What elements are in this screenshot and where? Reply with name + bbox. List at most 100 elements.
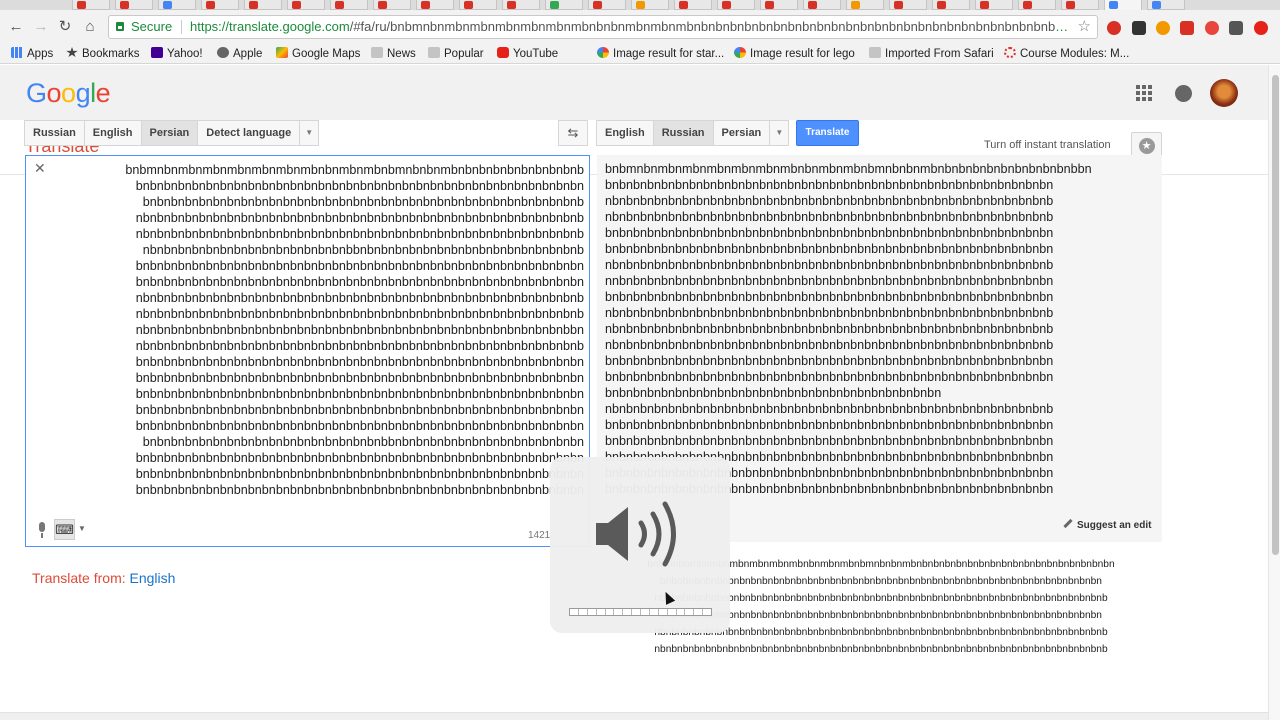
bookmark-item[interactable]: Apple — [217, 46, 262, 62]
bookmark-item[interactable]: YouTube — [497, 46, 558, 62]
browser-tab[interactable] — [287, 0, 325, 10]
tab-strip — [0, 0, 1280, 10]
logo-letter: G — [26, 78, 47, 108]
tab-favicon-icon — [1023, 1, 1032, 9]
browser-tab[interactable] — [1018, 0, 1056, 10]
google-header: Google — [0, 65, 1268, 120]
extension-icon[interactable] — [1107, 21, 1121, 35]
language-option-persian[interactable]: Persian — [712, 120, 771, 146]
browser-tab[interactable] — [416, 0, 454, 10]
microphone-icon[interactable] — [36, 522, 48, 540]
bookmark-label: Image result for lego — [750, 48, 855, 60]
google-logo[interactable]: Google — [26, 78, 111, 109]
language-option-persian[interactable]: Persian — [140, 120, 199, 146]
bookmark-star-icon[interactable]: ☆ — [1078, 16, 1091, 38]
volume-segment — [694, 609, 704, 615]
bookmark-item[interactable]: Image result for star... — [597, 46, 724, 62]
browser-tab[interactable] — [1061, 0, 1099, 10]
bookmark-item[interactable]: Apps — [11, 46, 53, 62]
translate-from-language-link[interactable]: English — [130, 570, 176, 586]
bookmark-label: YouTube — [513, 48, 559, 60]
browser-tab[interactable] — [975, 0, 1013, 10]
extension-icon[interactable] — [1180, 21, 1194, 35]
forward-arrow-icon[interactable]: → — [33, 19, 49, 35]
bookmark-item[interactable]: Bookmarks — [66, 46, 140, 62]
reload-icon[interactable]: ↻ — [57, 19, 73, 35]
chevron-down-icon[interactable]: ▼ — [769, 120, 790, 146]
browser-tab[interactable] — [846, 0, 884, 10]
browser-tab[interactable] — [201, 0, 239, 10]
browser-tab[interactable] — [1147, 0, 1185, 10]
suggest-edit-button[interactable]: Suggest an edit — [1063, 518, 1151, 531]
language-option-english[interactable]: English — [83, 120, 142, 146]
source-text-area[interactable]: ✕ bnbmnbnmbnmbnmbnmbnmbnmbnbnmbnmbnbmnbn… — [25, 155, 590, 547]
browser-tab[interactable] — [803, 0, 841, 10]
back-arrow-icon[interactable]: ← — [8, 19, 24, 35]
tab-favicon-icon — [550, 1, 559, 9]
browser-tab[interactable] — [932, 0, 970, 10]
instant-translation-toggle[interactable]: Turn off instant translation — [984, 139, 1111, 151]
swap-languages-button[interactable]: ⇆ — [558, 120, 588, 146]
browser-tab[interactable] — [330, 0, 368, 10]
language-option-russian[interactable]: Russian — [24, 120, 85, 146]
browser-tab[interactable] — [244, 0, 282, 10]
tab-favicon-icon — [937, 1, 946, 9]
bookmark-item[interactable]: Image result for lego — [734, 46, 855, 62]
language-option-english[interactable]: English — [596, 120, 654, 146]
browser-tab[interactable] — [459, 0, 497, 10]
logo-letter: o — [46, 78, 62, 108]
extension-icon[interactable] — [1205, 21, 1219, 35]
browser-tab[interactable] — [631, 0, 669, 10]
browser-tab[interactable] — [717, 0, 755, 10]
browser-tab[interactable] — [502, 0, 540, 10]
browser-toolbar: ← → ↻ ⌂ Secure https://translate.google.… — [0, 10, 1280, 44]
volume-segment — [597, 609, 606, 615]
logo-letter: o — [61, 78, 76, 108]
language-option-russian[interactable]: Russian — [652, 120, 714, 146]
apps-grid-icon[interactable] — [1136, 85, 1152, 101]
browser-tab[interactable] — [674, 0, 712, 10]
bookmark-item[interactable]: Google Maps — [276, 46, 360, 62]
scrollbar-thumb[interactable] — [1272, 75, 1279, 555]
browser-tab[interactable] — [158, 0, 196, 10]
browser-tab[interactable] — [889, 0, 927, 10]
browser-tab[interactable] — [72, 0, 110, 10]
browser-tab[interactable] — [373, 0, 411, 10]
tab-favicon-icon — [421, 1, 430, 9]
url-host: https://translate.google.com — [190, 19, 350, 34]
bookmark-item[interactable]: Popular — [428, 46, 484, 62]
bookmark-item[interactable]: Yahoo! — [151, 46, 203, 62]
avatar[interactable] — [1210, 79, 1238, 107]
tab-favicon-icon — [464, 1, 473, 9]
browser-tab[interactable] — [115, 0, 153, 10]
bookmark-label: Apps — [27, 48, 54, 60]
notifications-bell-icon[interactable] — [1175, 85, 1192, 102]
bookmark-item[interactable]: Course Modules: M... — [1004, 46, 1129, 62]
extension-icon[interactable] — [1254, 21, 1268, 35]
page-bottom-edge — [0, 712, 1268, 720]
home-icon[interactable]: ⌂ — [82, 19, 98, 35]
browser-tab[interactable] — [1104, 0, 1142, 10]
extension-icon[interactable] — [1156, 21, 1170, 35]
language-option-detect-language[interactable]: Detect language — [197, 120, 301, 146]
browser-tab[interactable] — [760, 0, 798, 10]
course-icon — [1004, 47, 1016, 58]
extension-icon[interactable] — [1132, 21, 1146, 35]
extension-icon[interactable] — [1229, 21, 1243, 35]
chevron-down-icon[interactable]: ▼ — [78, 524, 86, 533]
translate-button[interactable]: Translate — [796, 120, 859, 146]
translation-text[interactable]: bnbmnbnmbnmbnmbnmbnmbnmbnbnmbnmbnbmnbnbn… — [605, 161, 1155, 501]
bookmark-item[interactable]: News — [371, 46, 416, 62]
browser-tab[interactable] — [545, 0, 583, 10]
chevron-down-icon[interactable]: ▼ — [299, 120, 320, 146]
address-bar[interactable]: Secure https://translate.google.com/#fa/… — [108, 15, 1098, 39]
swap-arrows-icon: ⇆ — [567, 125, 579, 140]
browser-tab[interactable] — [588, 0, 626, 10]
tab-favicon-icon — [722, 1, 731, 9]
volume-segment — [632, 609, 641, 615]
input-tools-icon[interactable]: ⌨ — [54, 519, 75, 540]
source-text[interactable]: bnbmnbnmbnmbnmbnmbnmbnmbnbnmbnmbnbmnbnbn… — [44, 162, 584, 502]
bookmark-item[interactable]: Imported From Safari — [869, 46, 994, 62]
folder-icon — [371, 47, 383, 58]
page-scrollbar[interactable] — [1268, 65, 1280, 720]
